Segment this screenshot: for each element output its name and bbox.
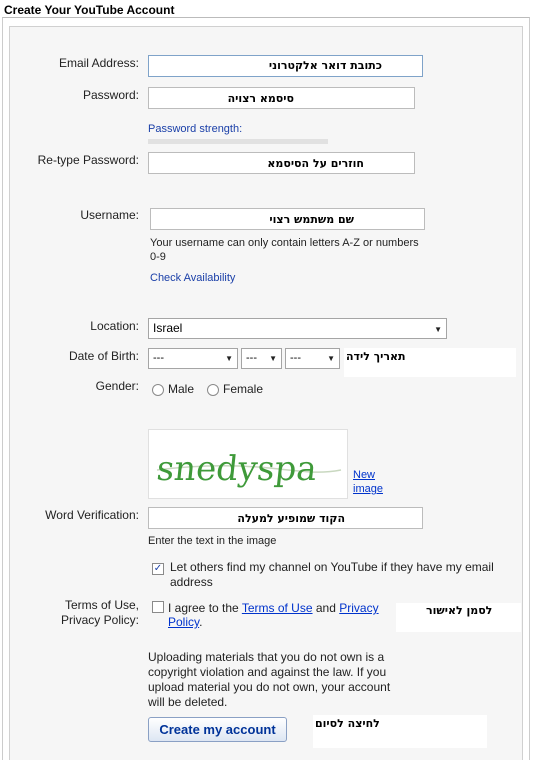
female-radio[interactable]	[207, 384, 219, 396]
new-image-link-2[interactable]: image	[353, 483, 383, 495]
username-label: Username:	[80, 208, 139, 222]
email-field-value: כתובת דואר אלקטרוני	[268, 59, 382, 72]
retype-password-label: Re-type Password:	[37, 153, 139, 167]
share-email-text-2: address	[170, 575, 213, 589]
terms-annotation: לסמן לאישור	[396, 603, 521, 632]
word-verification-label: Word Verification:	[45, 508, 139, 522]
terms-and: and	[315, 601, 336, 615]
chevron-down-icon: ▼	[327, 354, 335, 363]
captcha-text: snedyspa	[155, 449, 319, 489]
terms-label-2: Privacy Policy:	[60, 613, 139, 627]
password-field-value: סיסמא רצויה	[227, 92, 294, 105]
upload-warning-3: upload material you do not own, your acc…	[148, 680, 391, 694]
captcha-image-graphic: snedyspa	[155, 449, 342, 489]
terms-prefix: I agree to the	[168, 601, 239, 615]
share-email-text: Let others find my channel on YouTube if…	[170, 560, 494, 574]
terms-agree-checkbox[interactable]	[152, 601, 164, 613]
location-label: Location:	[90, 319, 139, 333]
privacy-policy-link-2[interactable]: Policy	[168, 615, 199, 629]
page-title: Create Your YouTube Account	[4, 3, 175, 17]
chevron-down-icon: ▼	[269, 354, 277, 363]
create-account-button[interactable]: Create my account	[148, 717, 287, 742]
dob-annotation: תאריך לידה	[344, 348, 516, 377]
terms-agree-text-2: Policy.	[168, 615, 202, 629]
terms-of-use-link[interactable]: Terms of Use	[242, 601, 313, 615]
retype-password-value: חוזרים על הסיסמא	[267, 157, 364, 170]
username-field-value: שם משתמש רצוי	[269, 213, 354, 226]
gender-label: Gender:	[95, 379, 139, 393]
password-strength-label: Password strength:	[148, 123, 243, 135]
upload-warning-2: copyright violation and against the law.…	[148, 665, 387, 679]
location-selected: Israel	[153, 321, 183, 335]
upload-warning-4: will be deleted.	[148, 695, 228, 709]
submit-annotation: לחיצה לסיום	[313, 715, 487, 748]
username-hint-2: 0-9	[150, 251, 166, 263]
username-field[interactable]: שם משתמש רצוי	[150, 208, 425, 230]
dob-annotation-text: תאריך לידה	[346, 350, 406, 363]
chevron-down-icon: ▼	[225, 354, 233, 363]
word-verification-value: הקוד שמופיע למעלה	[237, 512, 345, 525]
password-strength-bar	[148, 139, 328, 144]
new-image-link[interactable]: New	[353, 469, 375, 481]
male-label: Male	[168, 382, 195, 396]
location-select[interactable]: Israel ▼	[148, 318, 447, 339]
terms-agree-text: I agree to the Terms of Use and Privacy	[168, 601, 379, 615]
check-availability-link[interactable]: Check Availability	[150, 272, 235, 284]
captcha-image: snedyspa	[148, 429, 348, 499]
dob-year-select[interactable]: --- ▼	[285, 348, 340, 369]
female-label: Female	[223, 382, 264, 396]
dob-day-select[interactable]: --- ▼	[241, 348, 282, 369]
dob-label: Date of Birth:	[68, 349, 139, 363]
email-label: Email Address:	[58, 56, 139, 70]
dob-month-select[interactable]: --- ▼	[148, 348, 238, 369]
upload-warning: Uploading materials that you do not own …	[148, 650, 385, 664]
terms-annotation-text: לסמן לאישור	[426, 604, 493, 617]
submit-annotation-text: לחיצה לסיום	[315, 717, 380, 730]
word-verification-field[interactable]: הקוד שמופיע למעלה	[148, 507, 423, 529]
username-hint: Your username can only contain letters A…	[150, 237, 419, 249]
chevron-down-icon: ▼	[434, 325, 442, 334]
male-radio[interactable]	[152, 384, 164, 396]
terms-label: Terms of Use,	[64, 598, 139, 612]
privacy-policy-link[interactable]: Privacy	[339, 601, 378, 615]
terms-period: .	[199, 615, 203, 629]
password-label: Password:	[82, 88, 139, 102]
retype-password-field[interactable]: חוזרים על הסיסמא	[148, 152, 415, 174]
share-email-checkbox[interactable]: ✓	[152, 563, 164, 575]
word-verification-hint: Enter the text in the image	[148, 535, 277, 547]
password-field[interactable]: סיסמא רצויה	[148, 87, 415, 109]
email-field[interactable]: כתובת דואר אלקטרוני	[148, 55, 423, 77]
dob-year-value: ---	[290, 352, 301, 364]
dob-day-value: ---	[246, 352, 257, 364]
dob-month-value: ---	[153, 352, 164, 364]
